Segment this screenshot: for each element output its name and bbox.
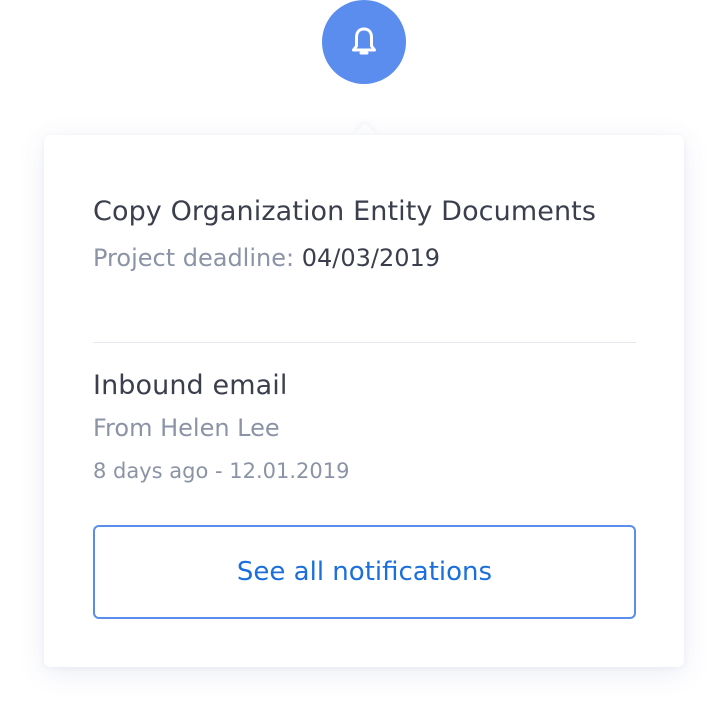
notification-item-project[interactable]: Copy Organization Entity Documents Proje… <box>93 193 636 274</box>
notification-meta: Project deadline: 04/03/2019 <box>93 242 636 274</box>
divider <box>93 342 636 343</box>
notification-sender: From Helen Lee <box>93 414 280 442</box>
deadline-label: Project deadline: <box>93 244 295 272</box>
notifications-bell-button[interactable] <box>322 0 406 84</box>
notification-item-email[interactable]: Inbound email From Helen Lee 8 days ago … <box>93 367 636 485</box>
deadline-value: 04/03/2019 <box>301 244 441 272</box>
notification-title: Inbound email <box>93 370 288 401</box>
bell-icon <box>346 24 382 60</box>
notification-title: Copy Organization Entity Documents <box>93 196 597 227</box>
see-all-notifications-button[interactable]: See all notifications <box>93 525 636 619</box>
dropdown-caret <box>353 123 377 135</box>
notifications-dropdown: Copy Organization Entity Documents Proje… <box>44 135 684 667</box>
notification-timestamp: 8 days ago - 12.01.2019 <box>93 459 350 483</box>
